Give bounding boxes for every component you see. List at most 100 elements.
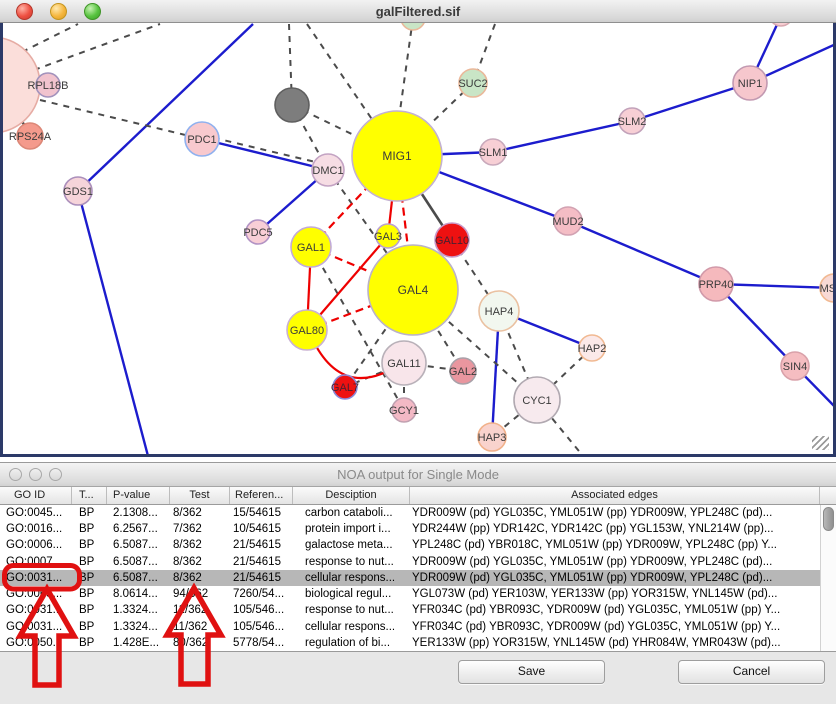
table-cell: response to nut...	[293, 602, 410, 618]
node-label-NIP1: NIP1	[738, 78, 762, 90]
network-edge-dash[interactable]	[40, 100, 202, 139]
table-cell: 1.3324...	[107, 602, 170, 618]
network-canvas[interactable]: RPL18BRPS24AGDS1PDC1PDC5DMC1MIG1SUC2SLM1…	[0, 23, 836, 457]
table-cell: 6.5087...	[107, 570, 170, 586]
table-cell: 15/54615	[230, 505, 293, 521]
node-label-RPL18B: RPL18B	[28, 80, 69, 92]
table-cell: BP	[72, 619, 107, 635]
table-cell: 105/546...	[230, 602, 293, 618]
table-cell: YDR009W (pd) YGL035C, YML051W (pp) YDR00…	[410, 505, 820, 521]
table-cell: GO:0007...	[0, 554, 72, 570]
table-cell: biological regul...	[293, 586, 410, 602]
network-window-titlebar[interactable]: galFiltered.sif	[0, 0, 836, 23]
table-cell: 8/362	[170, 570, 230, 586]
vertical-scrollbar[interactable]	[820, 505, 836, 651]
column-header-test[interactable]: Test	[170, 487, 230, 504]
table-cell: 8/362	[170, 505, 230, 521]
save-button[interactable]: Save	[458, 660, 605, 684]
table-cell: GO:0016...	[0, 521, 72, 537]
column-header-type[interactable]: T...	[72, 487, 107, 504]
network-edge-dash[interactable]	[22, 24, 78, 52]
table-row[interactable]: GO:0031...BP6.5087...8/36221/54615cellul…	[0, 570, 836, 586]
table-cell: regulation of bi...	[293, 635, 410, 651]
table-cell: response to nut...	[293, 554, 410, 570]
node-label-RPS24A: RPS24A	[9, 131, 52, 143]
table-row[interactable]: GO:0031...BP1.3324...11/362105/546...res…	[0, 602, 836, 618]
node-unlabeled[interactable]	[275, 88, 309, 122]
column-header-reference[interactable]: Referen...	[230, 487, 293, 504]
table-body: GO:0045...BP2.1308...8/36215/54615carbon…	[0, 505, 836, 651]
node-label-GAL1: GAL1	[297, 242, 325, 254]
node-label-CYC1: CYC1	[522, 395, 551, 407]
table-cell: BP	[72, 570, 107, 586]
table-cell: 6.2567...	[107, 521, 170, 537]
network-edge-dash[interactable]	[202, 135, 328, 165]
table-cell: GO:0045...	[0, 505, 72, 521]
node-unlabeled[interactable]	[401, 23, 425, 30]
column-header-p-value[interactable]: P-value	[107, 487, 170, 504]
node-label-GAL3: GAL3	[374, 231, 402, 243]
table-cell: BP	[72, 505, 107, 521]
table-cell: 6.5087...	[107, 554, 170, 570]
node-unlabeled[interactable]	[769, 23, 793, 26]
table-cell: BP	[72, 586, 107, 602]
table-row[interactable]: GO:0031...BP1.3324...11/362105/546...cel…	[0, 619, 836, 635]
node-label-GAL11: GAL11	[387, 358, 420, 370]
table-row[interactable]: GO:0016...BP6.2567...7/36210/54615protei…	[0, 521, 836, 537]
table-cell: 1.428E...	[107, 635, 170, 651]
network-edge-dash[interactable]	[34, 24, 160, 70]
node-label-PRP40: PRP40	[699, 279, 734, 291]
network-window: galFiltered.sif RPL18BRPS24AGDS1PDC1PDC5…	[0, 0, 836, 457]
table-cell: GO:0031...	[0, 570, 72, 586]
noa-window-titlebar[interactable]: NOA output for Single Mode	[0, 463, 836, 487]
node-label-GAL4: GAL4	[398, 283, 429, 297]
table-cell: 11/362	[170, 602, 230, 618]
node-label-HAP4: HAP4	[485, 306, 514, 318]
cancel-button[interactable]: Cancel	[678, 660, 825, 684]
table-row[interactable]: GO:0065...BP8.0614...94/3627260/54...bio…	[0, 586, 836, 602]
table-cell: BP	[72, 554, 107, 570]
table-cell: galactose meta...	[293, 537, 410, 553]
table-cell: 10/54615	[230, 521, 293, 537]
table-cell: YER133W (pp) YOR315W, YNL145W (pd) YHR08…	[410, 635, 820, 651]
table-cell: 2.1308...	[107, 505, 170, 521]
resize-grip-icon[interactable]	[812, 436, 829, 450]
table-row[interactable]: GO:0006...BP6.5087...8/36221/54615galact…	[0, 537, 836, 553]
column-header-description[interactable]: Desciption	[293, 487, 410, 504]
scrollbar-thumb[interactable]	[823, 507, 834, 531]
column-header-associated-edges[interactable]: Associated edges	[410, 487, 820, 504]
table-cell: YPL248C (pd) YBR018C, YML051W (pp) YDR00…	[410, 537, 820, 553]
table-cell: 5778/54...	[230, 635, 293, 651]
network-edge-redcurve[interactable]	[316, 346, 386, 378]
network-window-title: galFiltered.sif	[0, 0, 836, 23]
network-edge-blue[interactable]	[632, 83, 750, 121]
table-cell: 94/362	[170, 586, 230, 602]
table-row[interactable]: GO:0050...BP1.428E...80/3625778/54...reg…	[0, 635, 836, 651]
table-cell: GO:0031...	[0, 602, 72, 618]
table-cell: YDR244W (pp) YDR142C, YDR142C (pp) YGL15…	[410, 521, 820, 537]
screen: galFiltered.sif RPL18BRPS24AGDS1PDC1PDC5…	[0, 0, 836, 704]
table-row[interactable]: GO:0007...BP6.5087...8/36221/54615respon…	[0, 554, 836, 570]
table-cell: 21/54615	[230, 537, 293, 553]
network-edge-blue[interactable]	[493, 121, 632, 152]
node-label-GDS1: GDS1	[63, 186, 93, 198]
node-label-GAL2: GAL2	[449, 366, 477, 378]
table-cell: 8/362	[170, 554, 230, 570]
network-edge-blue[interactable]	[78, 191, 148, 454]
node-label-GAL10: GAL10	[435, 235, 469, 247]
table-cell: YDR009W (pd) YGL035C, YML051W (pp) YDR00…	[410, 554, 820, 570]
table-cell: protein import i...	[293, 521, 410, 537]
table-row[interactable]: GO:0045...BP2.1308...8/36215/54615carbon…	[0, 505, 836, 521]
node-label-GCY1: GCY1	[389, 405, 419, 417]
table-cell: BP	[72, 635, 107, 651]
network-edge-blue[interactable]	[568, 221, 716, 284]
node-label-PDC5: PDC5	[243, 227, 272, 239]
noa-output-window: NOA output for Single Mode GO ID T... P-…	[0, 457, 836, 704]
column-header-go-id[interactable]: GO ID	[0, 487, 72, 504]
table-cell: 21/54615	[230, 554, 293, 570]
table-header-row: GO ID T... P-value Test Referen... Desci…	[0, 487, 836, 505]
network-edge-dash[interactable]	[399, 23, 413, 118]
network-edge-blue[interactable]	[202, 139, 328, 170]
network-edge-blue[interactable]	[78, 24, 253, 191]
table-cell: 7/362	[170, 521, 230, 537]
